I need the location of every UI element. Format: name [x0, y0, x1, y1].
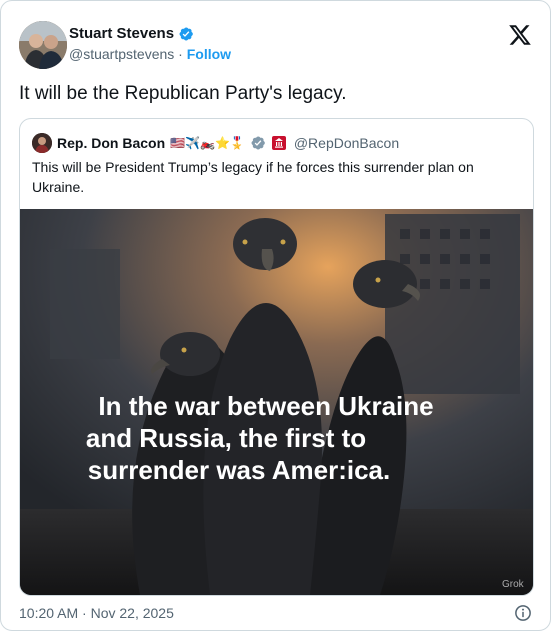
post-card: Stuart Stevens @stuartpstevens · Follow …	[0, 0, 551, 631]
author-avatar[interactable]	[19, 21, 67, 69]
image-caption-line-1: In the war between Ukraine	[98, 391, 433, 421]
verified-badge-icon	[179, 27, 193, 41]
info-icon[interactable]	[514, 604, 532, 622]
quoted-text: This will be President Trump’s legacy if…	[32, 159, 474, 195]
quoted-avatar	[32, 133, 52, 153]
post-footer: 10:20 AM · Nov 22, 2025	[19, 605, 532, 623]
eagles-image-illustration: In the war between Ukraine and Russia, t…	[20, 209, 533, 595]
author-handle[interactable]: @stuartpstevens	[69, 46, 174, 62]
post-timestamp[interactable]: 10:20 AM · Nov 22, 2025	[19, 605, 174, 621]
government-label-icon	[271, 136, 286, 150]
grok-watermark: Grok	[502, 579, 525, 590]
quoted-header: Rep. Don Bacon 🇺🇸✈️🏍️⭐🎖️ @RepDonBacon	[32, 132, 399, 154]
quoted-handle: @RepDonBacon	[293, 135, 400, 151]
author-name-row: Stuart Stevens	[69, 25, 231, 43]
gray-verified-badge-icon	[251, 136, 265, 150]
follow-button[interactable]: Follow	[187, 46, 231, 62]
x-logo-icon[interactable]	[508, 23, 532, 47]
quoted-display-name: Rep. Don Bacon	[57, 135, 166, 151]
author-handle-row: @stuartpstevens · Follow	[69, 46, 231, 63]
author-info: Stuart Stevens @stuartpstevens · Follow	[69, 25, 231, 63]
author-display-name[interactable]: Stuart Stevens	[69, 25, 174, 43]
handle-separator: ·	[178, 46, 183, 62]
quoted-emojis: 🇺🇸✈️🏍️⭐🎖️	[170, 136, 245, 150]
quoted-post[interactable]: Rep. Don Bacon 🇺🇸✈️🏍️⭐🎖️ @RepDonBacon Th…	[19, 118, 534, 596]
post-text: It will be the Republican Party's legacy…	[19, 83, 347, 104]
quoted-image[interactable]: In the war between Ukraine and Russia, t…	[20, 209, 533, 595]
image-caption-line-3: surrender was Amer:ica.	[88, 455, 391, 485]
post-header: Stuart Stevens @stuartpstevens · Follow	[19, 21, 532, 69]
image-caption-line-2: and Russia, the first to	[86, 423, 366, 453]
